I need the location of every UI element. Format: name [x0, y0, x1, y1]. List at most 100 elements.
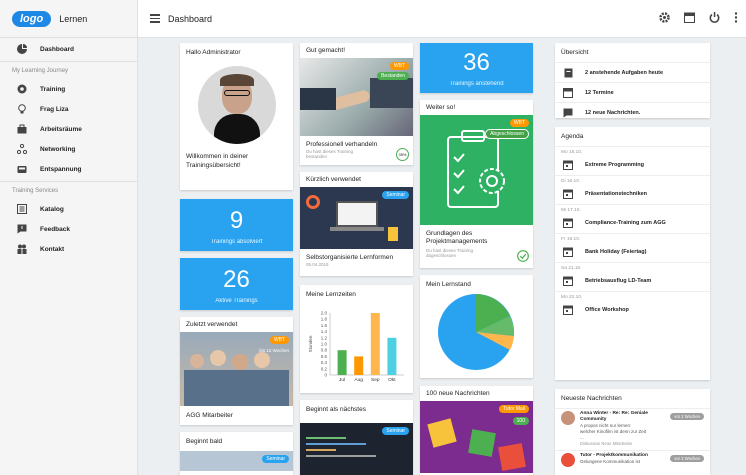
y-tick-label: 1.8 — [321, 317, 328, 322]
message-icon — [563, 108, 573, 118]
chart-title: Meine Lernzeiten — [306, 291, 356, 298]
sidebar-item-arbeitsraume[interactable]: Arbeitsräume — [0, 119, 137, 139]
bar-okt[interactable] — [387, 337, 397, 375]
sidebar-item-dashboard[interactable]: Dashboard — [0, 39, 137, 59]
power-icon[interactable] — [709, 12, 720, 25]
progress-value: 35% — [398, 152, 407, 157]
agenda-item[interactable]: Bank Holiday (Feiertag) — [555, 242, 710, 262]
section-my-learning-journey: My Learning Journey — [0, 61, 137, 79]
stat-active-card[interactable]: 26 Aktive Trainings — [180, 258, 293, 310]
upcoming-card[interactable]: Beginnt bald Seminar — [180, 432, 293, 475]
welcome-title: Hallo Administrator — [186, 49, 241, 56]
bar-aug[interactable] — [354, 356, 364, 375]
overview-appointments[interactable]: 12 Termine — [555, 82, 710, 102]
recent-title: Zuletzt verwendet — [186, 321, 238, 328]
calendar-icon[interactable] — [684, 12, 695, 25]
news-title: Neueste Nachrichten — [561, 395, 622, 402]
bar-jul[interactable] — [337, 350, 347, 375]
puzzle-image: Tutor Mail 100 — [420, 401, 533, 473]
sidebar-item-feedback[interactable]: Feedback — [0, 219, 137, 239]
agenda-item[interactable]: Office Workshop — [555, 300, 710, 320]
sidebar-item-kontakt[interactable]: Kontakt — [0, 239, 137, 259]
feedback-icon — [16, 223, 28, 235]
more-vertical-icon[interactable] — [734, 12, 738, 25]
next-start-title: Beginnt als nächstes — [306, 406, 366, 413]
recent-sub: bis 12 Wochen — [259, 348, 289, 353]
sidebar-item-frag-liza[interactable]: Frag Liza — [0, 99, 137, 119]
recently-used-title: Kürzlich verwendet — [306, 176, 361, 183]
progress-ring: 35% — [396, 148, 409, 161]
bar-sep[interactable] — [370, 313, 380, 375]
overview-title: Übersicht — [561, 49, 589, 56]
agenda-list: Mo 15.10. Extreme Programming Di 16.10. Prä… — [555, 146, 710, 320]
y-tick-label: 1.4 — [321, 329, 328, 334]
sidebar-item-label: Katalog — [40, 205, 64, 213]
handshake-image: WBT Bestanden — [300, 58, 413, 136]
news-item-title: Anna Winter - Re: Re: Geniale Community — [580, 411, 648, 423]
keep-going-title: Weiter so! — [426, 104, 456, 111]
good-job-note: Du hast dieses Training bestanden — [306, 149, 354, 159]
agenda-item[interactable]: Compliance-Training zum AGG — [555, 213, 710, 233]
stat-completed-card[interactable]: 9 Trainings absolviert — [180, 199, 293, 251]
sidebar-item-label: Entspannung — [40, 165, 82, 173]
overview-label: 2 anstehende Aufgaben heute — [585, 69, 664, 76]
keep-going-card[interactable]: Weiter so! WBT Abgeschlossen Grundlagen … — [420, 100, 533, 268]
sidebar-item-label: Frag Liza — [40, 105, 69, 113]
keep-going-note: Du hast dieses Training abgeschlossen — [426, 247, 474, 258]
brand[interactable]: logo Lernen — [0, 0, 137, 38]
good-job-card[interactable]: Gut gemacht! WBT Bestanden Professionell… — [300, 43, 413, 165]
sidebar-item-networking[interactable]: Networking — [0, 139, 137, 159]
learning-time-card: Meine Lernzeiten 2.0 1.8 1.6 1.4 1.2 1.0 0.8 0.… — [300, 285, 413, 393]
recent-image: WBT bis 12 Wochen — [180, 332, 293, 406]
next-start-card[interactable]: Beginnt als nächstes Seminar — [300, 400, 413, 475]
app-name: Lernen — [59, 13, 88, 24]
good-job-name: Professionell verhandeln — [306, 141, 378, 148]
agenda-item-label: Bank Holiday (Feiertag) — [585, 249, 647, 255]
network-icon — [16, 143, 28, 155]
news-item[interactable]: Anna Winter - Re: Re: Geniale Community … — [555, 408, 710, 450]
agenda-date: Fr 19.10. — [555, 233, 710, 242]
lernformen-image: Seminar — [300, 187, 413, 249]
recently-used-date: 05.04.2015 — [306, 262, 329, 267]
agenda-item-label: Office Workshop — [585, 307, 629, 313]
x-tick-label: Okt — [388, 377, 396, 383]
agenda-date: Mo 22.10. — [555, 291, 710, 300]
people-icon — [16, 243, 28, 255]
sidebar-item-training[interactable]: Training — [0, 79, 137, 99]
agenda-item[interactable]: Präsentationstechniken — [555, 184, 710, 204]
agenda-item-label: Compliance-Training zum AGG — [585, 220, 666, 226]
overview-messages[interactable]: 12 neue Nachrichten. — [555, 102, 710, 118]
recently-used-badge: Seminar — [382, 191, 409, 199]
gear-icon[interactable] — [659, 12, 670, 25]
sidebar-item-entspannung[interactable]: Entspannung — [0, 159, 137, 179]
recent-card[interactable]: Zuletzt verwendet WBT bis 12 Wochen AGG … — [180, 317, 293, 425]
agenda-title: Agenda — [561, 133, 584, 140]
y-tick-label: 1.0 — [321, 342, 328, 347]
news-item[interactable]: Tutor - Projektkommunikation Gelungene K… — [555, 450, 710, 469]
news-card: Neueste Nachrichten Anna Winter - Re: Re… — [555, 389, 710, 475]
messages-count: 100 — [512, 417, 529, 425]
agenda-date: Mi 17.10. — [555, 204, 710, 213]
avatar — [197, 66, 276, 144]
clipboard-image: WBT Abgeschlossen — [420, 115, 533, 225]
calendar-icon — [563, 189, 573, 199]
agenda-item-label: Präsentationstechniken — [585, 191, 648, 197]
y-tick-label: 0.8 — [321, 348, 328, 353]
recently-used-card[interactable]: Kürzlich verwendet Seminar Selbstorganis… — [300, 172, 413, 276]
sidebar-item-katalog[interactable]: Katalog — [0, 199, 137, 219]
keep-going-name: Grundlagen des Projektmanagements — [426, 230, 488, 246]
sidebar-item-label: Networking — [40, 145, 76, 153]
agenda-item[interactable]: Betriebsausflug LD-Team — [555, 271, 710, 291]
messages-title: 100 neue Nachrichten — [426, 390, 490, 397]
agenda-item[interactable]: Extreme Programming — [555, 155, 710, 175]
aperture-icon — [16, 83, 28, 95]
overview-tasks[interactable]: 2 anstehende Aufgaben heute — [555, 62, 710, 82]
learning-time-chart: 2.01.81.61.41.2 1.00.80.60.40.2 0 Stunden Ju… — [308, 311, 404, 383]
x-tick-label: Aug — [354, 377, 363, 383]
hamburger-menu-icon[interactable] — [150, 14, 160, 23]
calendar-icon — [563, 218, 573, 228]
x-tick-label: Jul — [339, 377, 345, 383]
messages-card[interactable]: 100 neue Nachrichten Tutor Mail 100 — [420, 386, 533, 475]
stat-upcoming-card[interactable]: 36 Trainings anstehend — [420, 43, 533, 93]
y-tick-label: 0.6 — [321, 354, 328, 359]
